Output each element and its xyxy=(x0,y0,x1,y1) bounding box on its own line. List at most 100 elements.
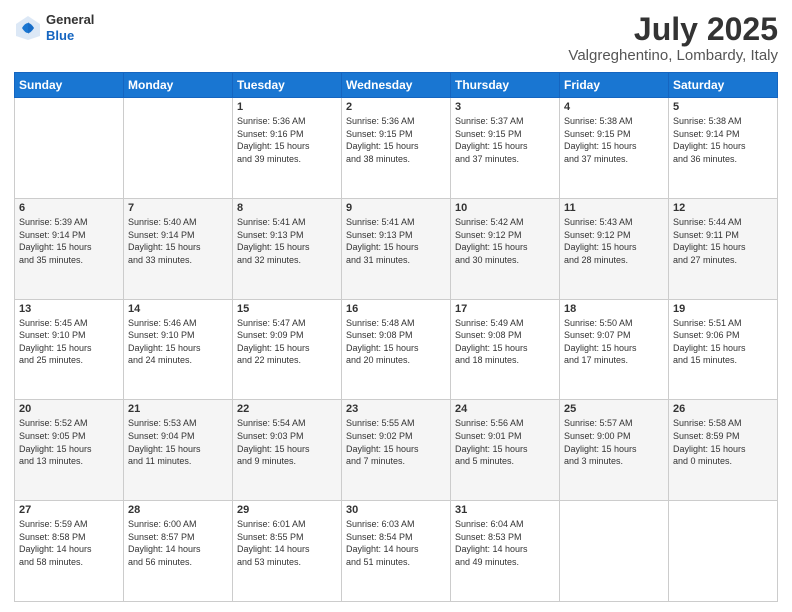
calendar-cell: 7Sunrise: 5:40 AM Sunset: 9:14 PM Daylig… xyxy=(124,198,233,299)
day-number: 26 xyxy=(673,403,773,415)
calendar-table: SundayMondayTuesdayWednesdayThursdayFrid… xyxy=(14,72,778,602)
day-info: Sunrise: 5:38 AM Sunset: 9:15 PM Dayligh… xyxy=(564,115,664,165)
day-info: Sunrise: 5:54 AM Sunset: 9:03 PM Dayligh… xyxy=(237,417,337,467)
calendar-cell xyxy=(15,98,124,199)
calendar-week-3: 13Sunrise: 5:45 AM Sunset: 9:10 PM Dayli… xyxy=(15,299,778,400)
day-number: 5 xyxy=(673,101,773,113)
day-info: Sunrise: 5:57 AM Sunset: 9:00 PM Dayligh… xyxy=(564,417,664,467)
calendar-cell: 1 Sunrise: 5:36 AM Sunset: 9:16 PM Daylig… xyxy=(233,98,342,199)
day-info: Sunrise: 5:46 AM Sunset: 9:10 PM Dayligh… xyxy=(128,317,228,367)
calendar-cell: 4 Sunrise: 5:38 AM Sunset: 9:15 PM Daylig… xyxy=(560,98,669,199)
day-number: 21 xyxy=(128,403,228,415)
calendar-cell: 9 Sunrise: 5:41 AM Sunset: 9:13 PM Daylig… xyxy=(342,198,451,299)
day-number: 8 xyxy=(237,202,337,214)
day-number: 12 xyxy=(673,202,773,214)
calendar-week-1: 1 Sunrise: 5:36 AM Sunset: 9:16 PM Daylig… xyxy=(15,98,778,199)
calendar-cell: 5 Sunrise: 5:38 AM Sunset: 9:14 PM Daylig… xyxy=(669,98,778,199)
calendar-cell: 23Sunrise: 5:55 AM Sunset: 9:02 PM Dayli… xyxy=(342,400,451,501)
calendar-cell: 16 Sunrise: 5:48 AM Sunset: 9:08 PM Dayli… xyxy=(342,299,451,400)
calendar-cell xyxy=(124,98,233,199)
logo-general: General xyxy=(46,12,94,28)
day-number: 7 xyxy=(128,202,228,214)
day-info: Sunrise: 6:04 AM Sunset: 8:53 PM Dayligh… xyxy=(455,518,555,568)
day-number: 11 xyxy=(564,202,664,214)
calendar-cell: 31 Sunrise: 6:04 AM Sunset: 8:53 PM Dayli… xyxy=(451,501,560,602)
calendar-cell: 11 Sunrise: 5:43 AM Sunset: 9:12 PM Dayli… xyxy=(560,198,669,299)
day-info: Sunrise: 5:41 AM Sunset: 9:13 PM Dayligh… xyxy=(237,216,337,266)
calendar-cell: 3 Sunrise: 5:37 AM Sunset: 9:15 PM Daylig… xyxy=(451,98,560,199)
day-info: Sunrise: 5:56 AM Sunset: 9:01 PM Dayligh… xyxy=(455,417,555,467)
calendar-cell: 2Sunrise: 5:36 AM Sunset: 9:15 PM Daylig… xyxy=(342,98,451,199)
day-number: 22 xyxy=(237,403,337,415)
day-number: 1 xyxy=(237,101,337,113)
logo-blue: Blue xyxy=(46,28,94,44)
calendar-cell: 19 Sunrise: 5:51 AM Sunset: 9:06 PM Dayli… xyxy=(669,299,778,400)
page: General Blue July 2025 Valgreghentino, L… xyxy=(0,0,792,612)
logo: General Blue xyxy=(14,12,94,43)
day-info: Sunrise: 5:58 AM Sunset: 8:59 PM Dayligh… xyxy=(673,417,773,467)
calendar-cell: 12 Sunrise: 5:44 AM Sunset: 9:11 PM Dayli… xyxy=(669,198,778,299)
calendar-cell: 26 Sunrise: 5:58 AM Sunset: 8:59 PM Dayli… xyxy=(669,400,778,501)
calendar-header-sunday: Sunday xyxy=(15,73,124,98)
day-info: Sunrise: 5:55 AM Sunset: 9:02 PM Dayligh… xyxy=(346,417,446,467)
header: General Blue July 2025 Valgreghentino, L… xyxy=(14,12,778,64)
day-number: 19 xyxy=(673,303,773,315)
calendar-cell: 25 Sunrise: 5:57 AM Sunset: 9:00 PM Dayli… xyxy=(560,400,669,501)
logo-icon xyxy=(14,14,42,42)
calendar-cell: 20Sunrise: 5:52 AM Sunset: 9:05 PM Dayli… xyxy=(15,400,124,501)
day-info: Sunrise: 6:03 AM Sunset: 8:54 PM Dayligh… xyxy=(346,518,446,568)
day-number: 31 xyxy=(455,504,555,516)
day-info: Sunrise: 5:51 AM Sunset: 9:06 PM Dayligh… xyxy=(673,317,773,367)
day-number: 25 xyxy=(564,403,664,415)
day-number: 17 xyxy=(455,303,555,315)
calendar-cell: 8 Sunrise: 5:41 AM Sunset: 9:13 PM Daylig… xyxy=(233,198,342,299)
day-number: 15 xyxy=(237,303,337,315)
calendar-cell: 6Sunrise: 5:39 AM Sunset: 9:14 PM Daylig… xyxy=(15,198,124,299)
day-number: 18 xyxy=(564,303,664,315)
day-info: Sunrise: 5:49 AM Sunset: 9:08 PM Dayligh… xyxy=(455,317,555,367)
calendar-header-thursday: Thursday xyxy=(451,73,560,98)
day-info: Sunrise: 5:43 AM Sunset: 9:12 PM Dayligh… xyxy=(564,216,664,266)
calendar-cell xyxy=(669,501,778,602)
calendar-cell: 10 Sunrise: 5:42 AM Sunset: 9:12 PM Dayli… xyxy=(451,198,560,299)
calendar-week-5: 27Sunrise: 5:59 AM Sunset: 8:58 PM Dayli… xyxy=(15,501,778,602)
day-number: 10 xyxy=(455,202,555,214)
day-number: 28 xyxy=(128,504,228,516)
day-info: Sunrise: 5:48 AM Sunset: 9:08 PM Dayligh… xyxy=(346,317,446,367)
day-info: Sunrise: 5:53 AM Sunset: 9:04 PM Dayligh… xyxy=(128,417,228,467)
day-number: 30 xyxy=(346,504,446,516)
calendar-cell: 14 Sunrise: 5:46 AM Sunset: 9:10 PM Dayli… xyxy=(124,299,233,400)
calendar-header-friday: Friday xyxy=(560,73,669,98)
title-block: July 2025 Valgreghentino, Lombardy, Ital… xyxy=(568,12,778,64)
day-info: Sunrise: 5:50 AM Sunset: 9:07 PM Dayligh… xyxy=(564,317,664,367)
day-info: Sunrise: 5:45 AM Sunset: 9:10 PM Dayligh… xyxy=(19,317,119,367)
calendar-cell: 28 Sunrise: 6:00 AM Sunset: 8:57 PM Dayli… xyxy=(124,501,233,602)
day-number: 4 xyxy=(564,101,664,113)
calendar-header-tuesday: Tuesday xyxy=(233,73,342,98)
day-info: Sunrise: 5:36 AM Sunset: 9:16 PM Dayligh… xyxy=(237,115,337,165)
day-info: Sunrise: 5:42 AM Sunset: 9:12 PM Dayligh… xyxy=(455,216,555,266)
day-number: 9 xyxy=(346,202,446,214)
logo-text: General Blue xyxy=(46,12,94,43)
day-number: 29 xyxy=(237,504,337,516)
calendar-cell xyxy=(560,501,669,602)
calendar-cell: 15Sunrise: 5:47 AM Sunset: 9:09 PM Dayli… xyxy=(233,299,342,400)
calendar-week-4: 20Sunrise: 5:52 AM Sunset: 9:05 PM Dayli… xyxy=(15,400,778,501)
calendar-header-wednesday: Wednesday xyxy=(342,73,451,98)
day-info: Sunrise: 5:37 AM Sunset: 9:15 PM Dayligh… xyxy=(455,115,555,165)
day-number: 24 xyxy=(455,403,555,415)
day-number: 3 xyxy=(455,101,555,113)
day-info: Sunrise: 5:41 AM Sunset: 9:13 PM Dayligh… xyxy=(346,216,446,266)
day-number: 27 xyxy=(19,504,119,516)
title-month: July 2025 xyxy=(568,12,778,47)
day-info: Sunrise: 5:39 AM Sunset: 9:14 PM Dayligh… xyxy=(19,216,119,266)
calendar-cell: 18 Sunrise: 5:50 AM Sunset: 9:07 PM Dayli… xyxy=(560,299,669,400)
day-number: 14 xyxy=(128,303,228,315)
calendar-cell: 17 Sunrise: 5:49 AM Sunset: 9:08 PM Dayli… xyxy=(451,299,560,400)
title-location: Valgreghentino, Lombardy, Italy xyxy=(568,47,778,64)
day-info: Sunrise: 5:44 AM Sunset: 9:11 PM Dayligh… xyxy=(673,216,773,266)
day-number: 20 xyxy=(19,403,119,415)
day-number: 16 xyxy=(346,303,446,315)
day-info: Sunrise: 5:38 AM Sunset: 9:14 PM Dayligh… xyxy=(673,115,773,165)
day-info: Sunrise: 6:00 AM Sunset: 8:57 PM Dayligh… xyxy=(128,518,228,568)
